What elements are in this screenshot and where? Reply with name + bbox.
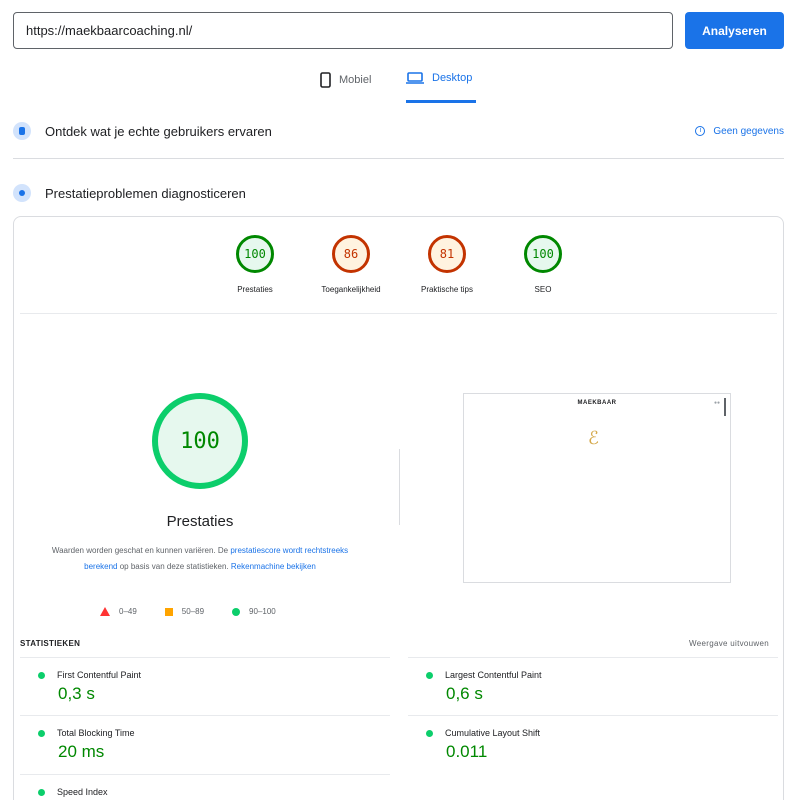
tab-mobile[interactable]: Mobiel (320, 72, 371, 88)
legend-average: 50–89 (164, 607, 205, 616)
legend-range: 90–100 (249, 607, 276, 616)
scores-divider (20, 313, 777, 314)
score-gauge: 86 (332, 235, 370, 273)
phone-icon (320, 72, 331, 88)
metric-name: First Contentful Paint (57, 670, 142, 680)
good-status-icon (38, 788, 45, 796)
page-screenshot: MAEKBAAR ●● ℰ (463, 393, 731, 583)
metric-tbt: Total Blocking Time 20 ms (20, 715, 390, 762)
metric-name: Speed Index (57, 787, 108, 797)
metric-value: 0,6 s (446, 684, 483, 703)
performance-title: Prestaties (166, 513, 234, 530)
scrollbar-thumb (724, 398, 726, 416)
legend-range: 0–49 (119, 607, 137, 616)
good-status-icon (426, 729, 433, 737)
lab-data-title: Prestatieproblemen diagnosticeren (45, 185, 246, 201)
laptop-icon (406, 72, 424, 84)
lab-icon (13, 184, 31, 202)
score-gauge: 81 (428, 235, 466, 273)
site-logo: MAEKBAAR (577, 400, 617, 406)
menu-icon: ●● (713, 400, 720, 406)
circle-icon (232, 607, 241, 616)
url-input[interactable] (13, 12, 673, 49)
score-label: Toegankelijkheid (321, 285, 381, 294)
good-status-icon (38, 729, 45, 737)
score-best-practices[interactable]: 81 Praktische tips (392, 235, 502, 294)
score-gauge: 100 (524, 235, 562, 273)
vertical-divider (399, 449, 400, 525)
no-data-label: Geen gegevens (713, 125, 784, 137)
info-icon: i (695, 126, 706, 136)
score-accessibility[interactable]: 86 Toegankelijkheid (296, 235, 406, 294)
tab-desktop-label: Desktop (432, 72, 473, 84)
field-data-title: Ontdek wat je echte gebruikers ervaren (45, 123, 272, 139)
metric-lcp: Largest Contentful Paint 0,6 s (408, 657, 778, 704)
score-seo[interactable]: 100 SEO (488, 235, 598, 294)
metric-value: 20 ms (58, 742, 105, 761)
description-text: Waarden worden geschat en kunnen variëre… (51, 546, 231, 555)
expand-view-button[interactable]: Weergave uitvouwen (689, 639, 769, 648)
score-performance[interactable]: 100 Prestaties (200, 235, 310, 294)
metric-name: Total Blocking Time (57, 728, 135, 738)
square-icon (164, 607, 173, 616)
lab-data-section: Prestatieproblemen diagnosticeren (13, 184, 784, 202)
score-gauge: 100 (236, 235, 274, 273)
metric-fcp: First Contentful Paint 0,3 s (20, 657, 390, 704)
analyze-button[interactable]: Analyseren (685, 12, 784, 49)
score-legend: 0–49 50–89 90–100 (100, 607, 276, 616)
device-tabs: Mobiel Desktop (0, 72, 800, 103)
score-label: Prestaties (237, 285, 273, 294)
statistics-heading: STATISTIEKEN (20, 639, 81, 648)
metric-cls: Cumulative Layout Shift 0.011 (408, 715, 778, 762)
triangle-icon (100, 607, 110, 616)
score-label: Praktische tips (420, 285, 474, 294)
performance-gauge: 100 (152, 393, 248, 489)
metric-name: Largest Contentful Paint (445, 670, 542, 680)
users-icon (13, 122, 31, 140)
legend-range: 50–89 (181, 607, 205, 616)
metric-value: 0.011 (446, 742, 488, 761)
good-status-icon (426, 671, 433, 679)
legend-good: 90–100 (232, 607, 276, 616)
section-divider (13, 158, 784, 159)
field-data-section[interactable]: Ontdek wat je echte gebruikers ervaren i… (13, 122, 784, 140)
tab-mobile-label: Mobiel (339, 74, 372, 86)
no-data-link[interactable]: i Geen gegevens (695, 126, 784, 137)
good-status-icon (38, 671, 45, 679)
calculator-link[interactable]: Rekenmachine bekijken (231, 562, 316, 571)
description-text: op basis van deze statistieken. (117, 562, 231, 571)
logo-mark-icon: ℰ (588, 428, 599, 449)
metric-name: Cumulative Layout Shift (445, 728, 541, 738)
legend-poor: 0–49 (100, 607, 137, 616)
active-tab-indicator (406, 100, 476, 103)
performance-description: Waarden worden geschat en kunnen variëre… (44, 543, 356, 575)
metric-value: 0,3 s (58, 684, 95, 703)
metric-speed-index: Speed Index (20, 774, 390, 797)
score-label: SEO (534, 285, 552, 294)
tab-desktop[interactable]: Desktop (406, 72, 476, 103)
report-card: 100 Prestaties 86 Toegankelijkheid 81 Pr… (13, 216, 784, 800)
